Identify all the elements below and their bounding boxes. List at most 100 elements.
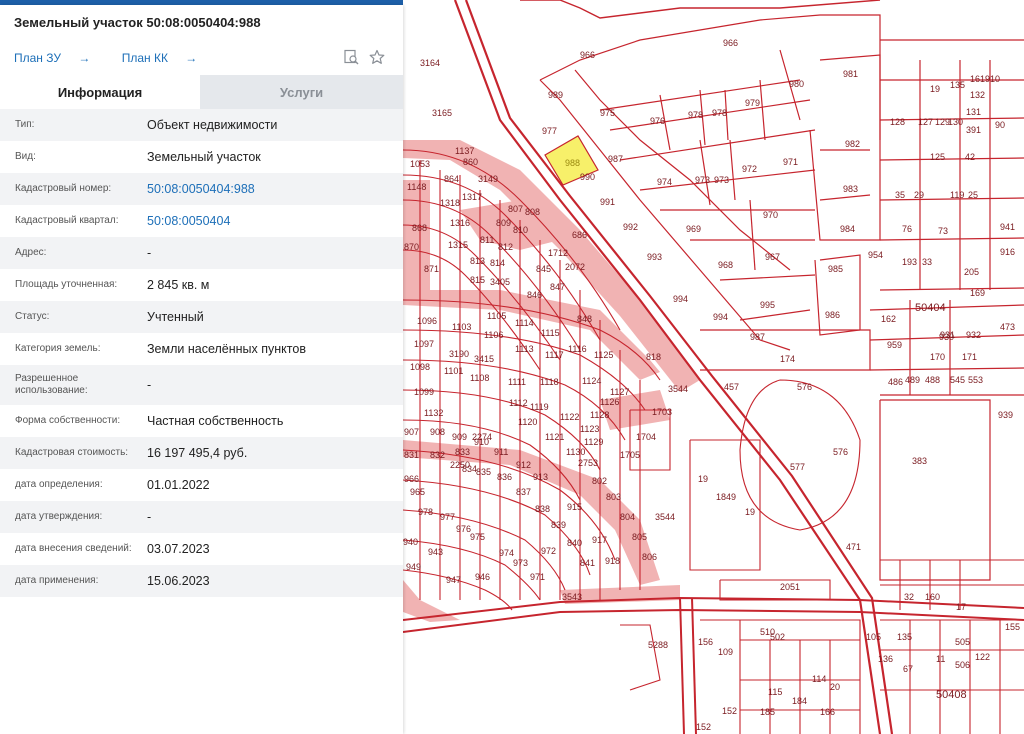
parcel-label-1117: 1117 (545, 350, 564, 360)
parcel-label-971w: 971 (530, 572, 545, 582)
parcel-label-939: 939 (998, 410, 1013, 420)
tab-information[interactable]: Информация (0, 75, 200, 109)
parcel-label-815: 815 (470, 275, 485, 285)
parcel-label-205: 205 (964, 267, 979, 277)
cadastral-map[interactable]: 966 3164 966 981 980 989 975 976 978 978… (403, 0, 1024, 734)
parcel-label-973w: 973 (513, 558, 528, 568)
search-document-icon[interactable] (343, 49, 359, 65)
parcel-label-3405: 3405 (490, 277, 510, 287)
attr-row-type: Тип: Объект недвижимости (0, 109, 403, 141)
parcel-label-1705: 1705 (620, 450, 640, 460)
parcel-label-502: 502 (770, 632, 785, 642)
parcel-label-1106: 1106 (484, 330, 503, 340)
arrow-right-icon: → (78, 51, 91, 65)
parcel-label-1114: 1114 (515, 318, 534, 328)
attr-row-area: Площадь уточненная: 2 845 кв. м (0, 269, 403, 301)
parcel-label-982: 982 (845, 139, 860, 149)
parcel-label-42: 42 (965, 152, 975, 162)
plan-zu-label[interactable]: План ЗУ (14, 51, 61, 65)
parcel-label-152b: 152 (696, 722, 711, 732)
parcel-label-1108: 1108 (470, 373, 489, 383)
parcel-label-1148: 1148 (407, 182, 426, 192)
attr-value: 01.01.2022 (147, 478, 210, 492)
attr-row-status: Статус: Учтенный (0, 301, 403, 333)
parcel-label-968: 968 (718, 260, 733, 270)
parcel-label-949: 949 (406, 562, 421, 572)
parcel-label-19: 19 (698, 474, 708, 484)
parcel-label-974w: 974 (499, 548, 514, 558)
parcel-label-76: 76 (902, 224, 912, 234)
parcel-label-946: 946 (475, 572, 490, 582)
plan-kk-link[interactable]: План КК → (122, 51, 212, 65)
parcel-label-174: 174 (780, 354, 795, 364)
parcel-label-25: 25 (968, 190, 978, 200)
parcel-label-5288: 5288 (648, 640, 668, 650)
cadastral-number-link[interactable]: 50:08:0050404:988 (147, 182, 403, 196)
parcel-label-486: 486 (888, 377, 903, 387)
parcel-label-505: 505 (955, 637, 970, 647)
parcel-label-1124: 1124 (582, 376, 601, 386)
parcel-label-1097: 1097 (414, 339, 434, 349)
parcel-label-1127: 1127 (610, 387, 629, 397)
attr-row-land-category: Категория земель: Земли населённых пункто… (0, 333, 403, 365)
parcel-label-976w: 976 (456, 524, 471, 534)
parcel-label-162: 162 (881, 314, 896, 324)
parcel-label-978b: 978 (712, 108, 727, 118)
parcel-label-970: 970 (763, 210, 778, 220)
parcel-label-809: 809 (496, 218, 511, 228)
parcel-label-576b: 576 (833, 447, 848, 457)
parcel-label-1122: 1122 (560, 412, 579, 422)
parcel-label-114: 114 (812, 674, 826, 684)
parcel-label-910: 910 (474, 437, 489, 447)
parcel-label-1099: 1099 (414, 387, 434, 397)
parcel-label-1123: 1123 (580, 424, 599, 434)
parcel-label-912: 912 (516, 460, 531, 470)
parcel-label-989: 989 (548, 90, 563, 100)
parcel-label-978: 978 (688, 110, 703, 120)
parcel-label-943: 943 (428, 547, 443, 557)
attr-value: 2 845 кв. м (147, 278, 210, 292)
parcel-label-992: 992 (623, 222, 638, 232)
parcel-label-1317: 1317 (462, 192, 482, 202)
parcel-label-972: 972 (742, 164, 757, 174)
quarter-label-50404: 50404 (915, 302, 946, 314)
plan-kk-label[interactable]: План КК (122, 51, 168, 65)
parcel-label-966b: 966 (723, 38, 738, 48)
parcel-label-90: 90 (995, 120, 1005, 130)
parcel-label-986: 986 (825, 310, 840, 320)
attr-label: Кадастровая стоимость: (15, 447, 129, 458)
cadastral-quarter-link[interactable]: 50:08:0050404 (147, 214, 403, 228)
parcel-label-1125: 1125 (594, 350, 613, 360)
parcel-label-810: 810 (513, 225, 528, 235)
parcel-label-3164: 3164 (420, 58, 440, 68)
parcel-label-976: 976 (650, 116, 665, 126)
parcel-label-812: 812 (498, 242, 513, 252)
parcel-label-506: 506 (955, 660, 970, 670)
parcel-label-473: 473 (1000, 322, 1015, 332)
parcel-label-1115: 1115 (541, 328, 560, 338)
parcel-label-984: 984 (840, 224, 855, 234)
parcel-label-978w: 978 (418, 507, 433, 517)
attr-label: Кадастровый номер: (15, 183, 112, 194)
parcel-label-457: 457 (724, 382, 739, 392)
attr-row-permitted-use: Разрешенное использование: - (0, 365, 403, 405)
parcel-label-160: 160 (925, 592, 940, 602)
parcel-label-545: 545 (950, 375, 965, 385)
parcel-label-1113: 1113 (515, 344, 534, 354)
parcel-label-3190: 3190 (449, 349, 469, 359)
star-icon[interactable] (369, 49, 385, 65)
tab-services[interactable]: Услуги (200, 75, 403, 109)
parcel-label-166: 166 (820, 707, 835, 717)
arrow-right-icon: → (185, 51, 198, 65)
parcel-label-837: 837 (516, 487, 531, 497)
parcel-label-32: 32 (904, 592, 914, 602)
parcel-label-966: 966 (580, 50, 595, 60)
attr-row-kind: Вид: Земельный участок (0, 141, 403, 173)
parcel-label-3149: 3149 (478, 174, 498, 184)
parcel-label-488: 488 (925, 375, 940, 385)
parcel-label-835: 835 (476, 467, 491, 477)
parcel-label-911: 911 (494, 447, 508, 457)
plan-zu-link[interactable]: План ЗУ → (14, 51, 104, 65)
parcel-label-131: 131 (966, 107, 981, 117)
parcel-label-864: 864 (444, 174, 459, 184)
